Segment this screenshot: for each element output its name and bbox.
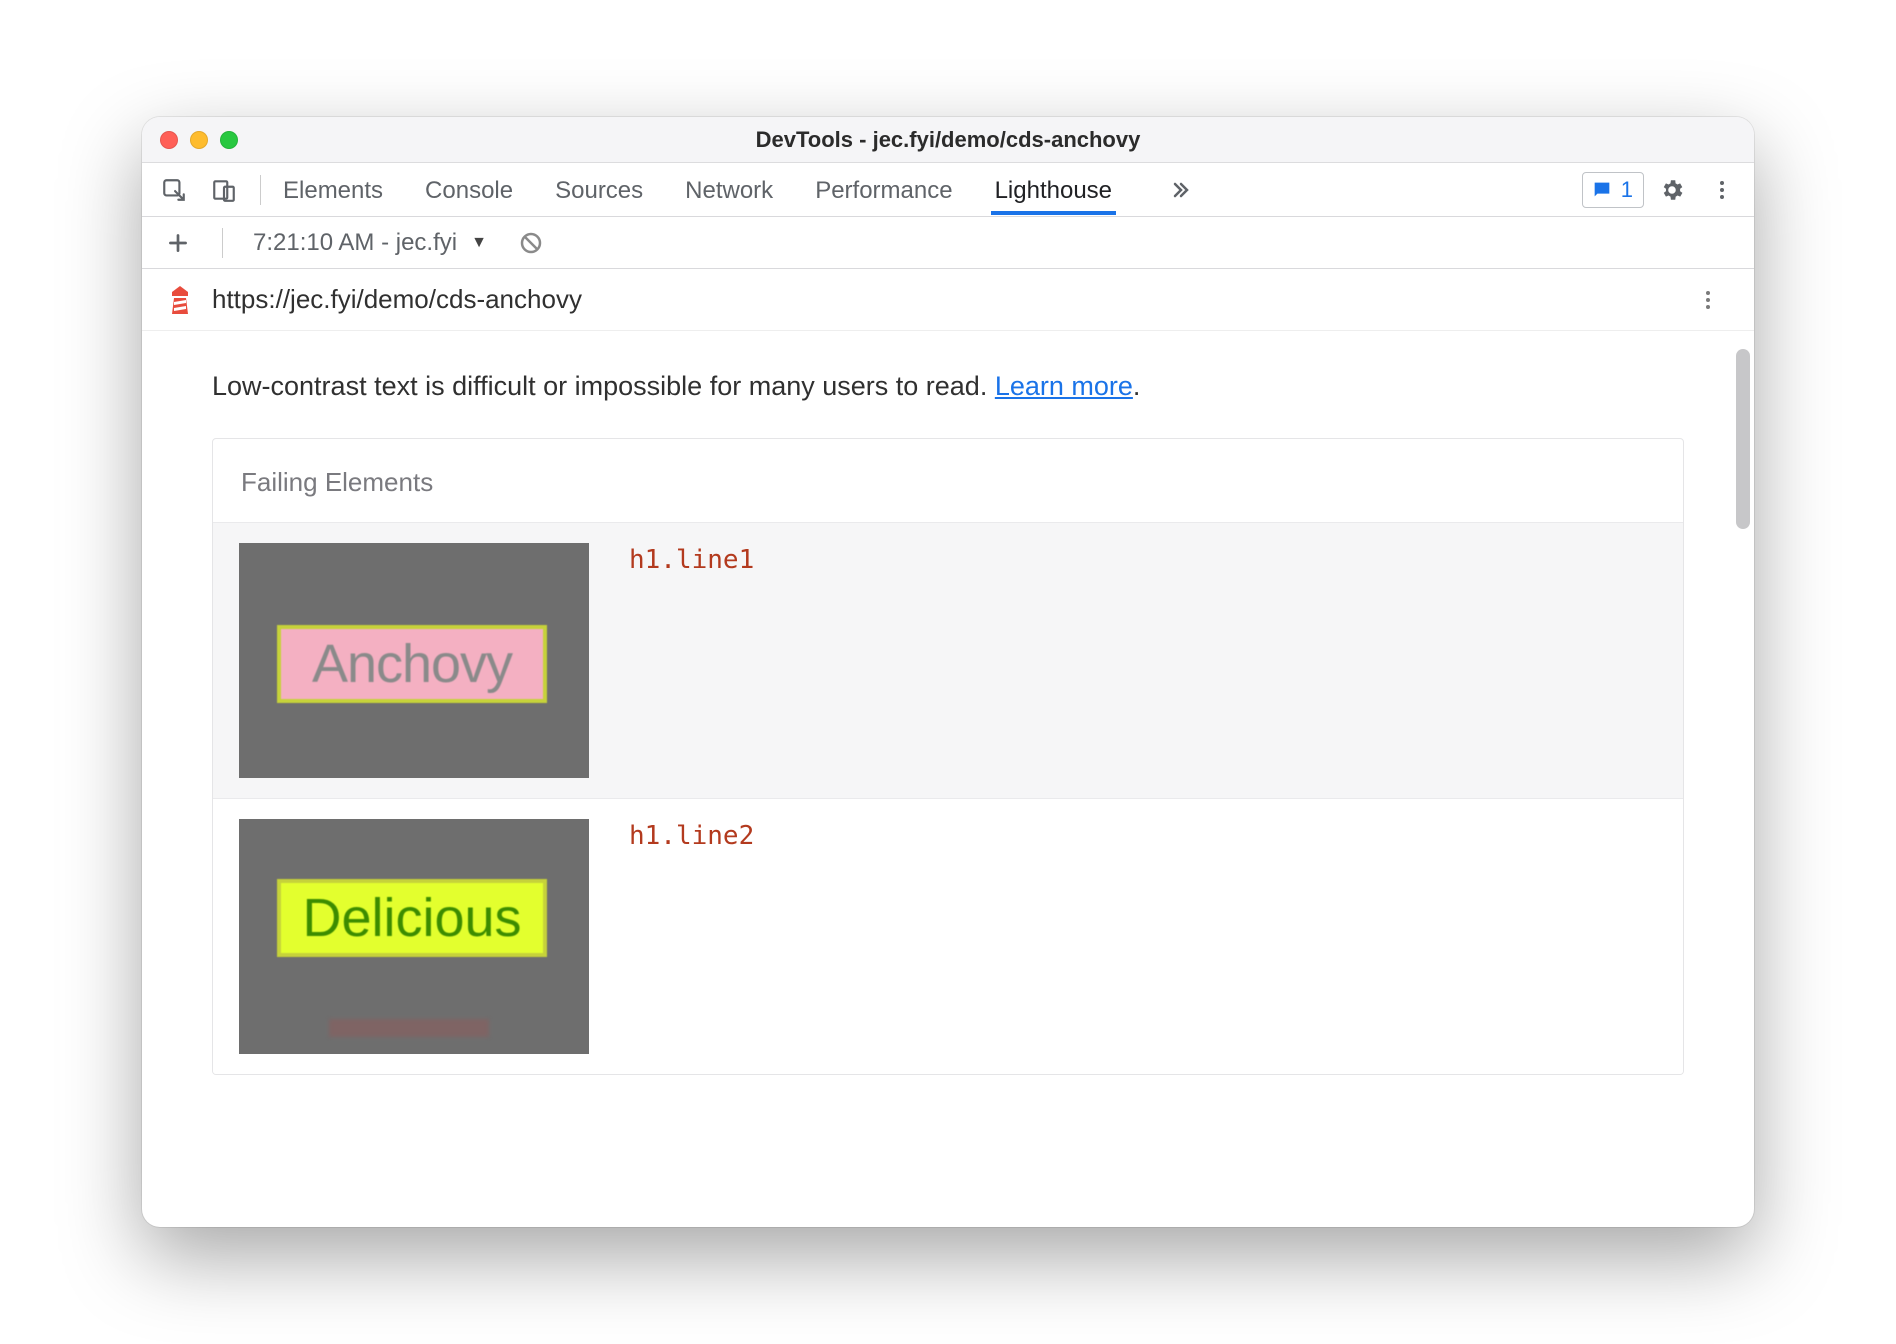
feedback-button[interactable]: 1	[1582, 172, 1644, 208]
tab-console[interactable]: Console	[421, 165, 517, 215]
report-content: Low-contrast text is difficult or imposs…	[142, 331, 1754, 1227]
failing-elements-header: Failing Elements	[213, 439, 1683, 522]
element-thumbnail: Delicious	[239, 819, 589, 1054]
more-tabs-icon[interactable]	[1158, 168, 1202, 212]
failing-elements-card: Failing Elements Anchovy h1.line1 Delici…	[212, 438, 1684, 1075]
tab-network[interactable]: Network	[681, 165, 777, 215]
window-titlebar: DevTools - jec.fyi/demo/cds-anchovy	[142, 117, 1754, 163]
report-select-label: 7:21:10 AM - jec.fyi	[253, 229, 457, 257]
inspect-element-icon[interactable]	[152, 168, 196, 212]
thumb-highlight-delicious: Delicious	[277, 879, 547, 957]
tab-sources[interactable]: Sources	[551, 165, 647, 215]
devtools-tabbar: Elements Console Sources Network Perform…	[142, 163, 1754, 217]
thumb-blur-artifact	[329, 1019, 489, 1037]
scrollbar-thumb[interactable]	[1736, 349, 1750, 529]
report-select[interactable]: 7:21:10 AM - jec.fyi ▼	[245, 229, 495, 257]
separator	[260, 175, 261, 205]
report-url: https://jec.fyi/demo/cds-anchovy	[212, 284, 582, 315]
window-title: DevTools - jec.fyi/demo/cds-anchovy	[142, 127, 1754, 153]
failing-element-row[interactable]: Delicious h1.line2	[213, 798, 1683, 1074]
chevron-down-icon: ▼	[471, 234, 487, 252]
kebab-menu-icon[interactable]	[1700, 168, 1744, 212]
thumb-highlight-anchovy: Anchovy	[277, 625, 547, 703]
report-header: https://jec.fyi/demo/cds-anchovy	[142, 269, 1754, 331]
element-thumbnail: Anchovy	[239, 543, 589, 778]
new-report-icon[interactable]	[156, 221, 200, 265]
feedback-count: 1	[1621, 177, 1633, 203]
tab-elements[interactable]: Elements	[279, 165, 387, 215]
tab-performance[interactable]: Performance	[811, 165, 956, 215]
separator	[222, 228, 223, 258]
devtools-window: DevTools - jec.fyi/demo/cds-anchovy Elem…	[142, 117, 1754, 1227]
element-selector: h1.line1	[629, 543, 754, 575]
clear-report-icon[interactable]	[509, 221, 553, 265]
device-toolbar-icon[interactable]	[202, 168, 246, 212]
audit-description: Low-contrast text is difficult or imposs…	[212, 371, 1684, 402]
panel-tabs: Elements Console Sources Network Perform…	[279, 165, 1202, 215]
lighthouse-icon	[166, 286, 194, 314]
period: .	[1133, 371, 1141, 401]
element-selector: h1.line2	[629, 819, 754, 851]
tab-lighthouse[interactable]: Lighthouse	[991, 165, 1116, 215]
report-menu-icon[interactable]	[1686, 278, 1730, 322]
lighthouse-toolbar: 7:21:10 AM - jec.fyi ▼	[142, 217, 1754, 269]
learn-more-link[interactable]: Learn more	[995, 371, 1133, 401]
audit-description-text: Low-contrast text is difficult or imposs…	[212, 371, 995, 401]
failing-element-row[interactable]: Anchovy h1.line1	[213, 522, 1683, 798]
settings-icon[interactable]	[1650, 168, 1694, 212]
